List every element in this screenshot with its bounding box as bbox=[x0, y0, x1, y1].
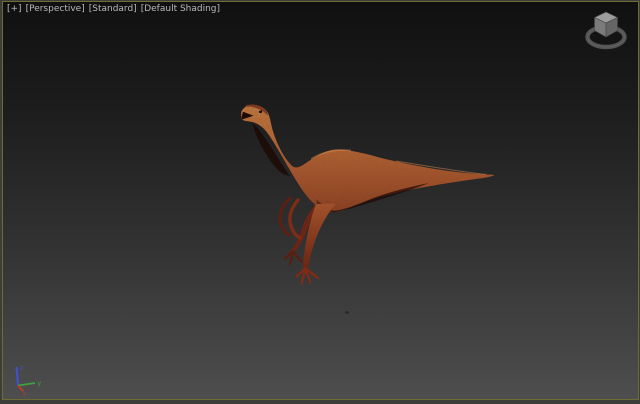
dinosaur-model[interactable] bbox=[229, 96, 509, 285]
perspective-viewport[interactable]: [+] [Perspective] [Standard] [Default Sh… bbox=[2, 1, 639, 400]
dinosaur-near-leg bbox=[302, 203, 336, 270]
distant-object-dot bbox=[345, 311, 349, 314]
viewport-general-menu[interactable]: [+] bbox=[7, 4, 22, 15]
x-axis-label: x bbox=[23, 391, 27, 397]
y-axis-label: y bbox=[38, 380, 42, 387]
dinosaur-near-arm bbox=[288, 198, 302, 240]
viewport-shading-menu[interactable]: [Default Shading] bbox=[141, 4, 220, 15]
z-axis-label: z bbox=[20, 365, 23, 372]
dinosaur-eye-highlight bbox=[259, 109, 261, 112]
y-axis-line bbox=[17, 382, 36, 387]
dinosaur-far-foot bbox=[283, 250, 303, 266]
z-axis-line bbox=[15, 366, 19, 386]
viewport-pov-menu[interactable]: [Perspective] bbox=[26, 4, 85, 15]
viewport-label-bar: [+] [Perspective] [Standard] [Default Sh… bbox=[7, 4, 220, 15]
application-frame: [+] [Perspective] [Standard] [Default Sh… bbox=[0, 0, 640, 404]
viewport-style-menu[interactable]: [Standard] bbox=[89, 4, 137, 15]
dinosaur-near-foot bbox=[295, 267, 320, 285]
viewcube[interactable] bbox=[578, 7, 634, 55]
scene-canvas[interactable] bbox=[2, 1, 639, 400]
world-axis-gizmo: z y x bbox=[15, 365, 42, 397]
